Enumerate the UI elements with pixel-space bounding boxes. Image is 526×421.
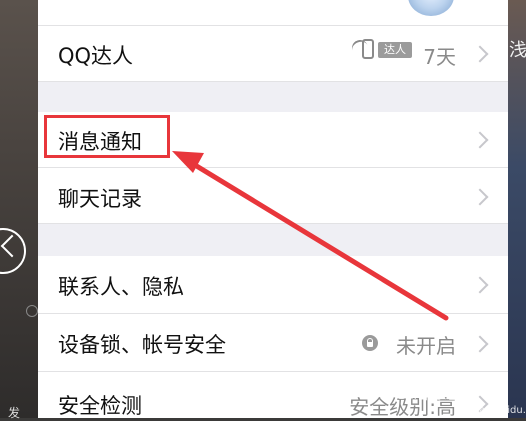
chevron-right-icon — [471, 131, 489, 149]
settings-item-label: 聊天记录 — [58, 187, 142, 211]
settings-item-value: 未开启 — [396, 334, 456, 358]
baidu-watermark: Bai百度 经验 — [398, 388, 469, 402]
settings-item-label: QQ达人 — [58, 44, 134, 68]
background-left-strip — [0, 0, 38, 418]
settings-item-device-lock[interactable]: 设备锁、帐号安全 未开启 — [38, 314, 508, 372]
settings-item-contacts-privacy[interactable]: 联系人、隐私 — [38, 256, 508, 314]
settings-item-label: 安全检测 — [58, 394, 142, 418]
baidu-watermark-url: jingyan.baidu.com — [455, 405, 526, 416]
chevron-right-icon — [471, 45, 489, 63]
avatar — [408, 0, 454, 16]
background-right-text: 浅 — [509, 40, 526, 61]
settings-item-qq-expert[interactable]: QQ达人 达人 7天 — [38, 26, 508, 82]
background-bottom-left-text: 发 — [8, 406, 21, 420]
profile-row[interactable] — [38, 0, 508, 26]
chevron-right-icon — [471, 335, 489, 353]
settings-item-label: 设备锁、帐号安全 — [58, 333, 226, 357]
settings-item-chat-history[interactable]: 聊天记录 — [38, 168, 508, 224]
lock-icon — [362, 335, 378, 351]
qq-expert-badge-icon: 达人 — [349, 37, 414, 62]
badge-text: 达人 — [378, 42, 412, 58]
clock-icon — [26, 305, 38, 317]
settings-panel: QQ达人 达人 7天 消息通知 聊天记录 联系人、隐私 设备锁、帐号安全 未开启… — [38, 0, 508, 418]
annotation-highlight-box — [44, 115, 170, 158]
background-right-strip — [508, 0, 526, 418]
chevron-right-icon — [471, 276, 489, 294]
settings-item-label: 联系人、隐私 — [58, 275, 184, 299]
chevron-right-icon — [471, 188, 489, 206]
settings-item-value: 7天 — [423, 45, 456, 69]
